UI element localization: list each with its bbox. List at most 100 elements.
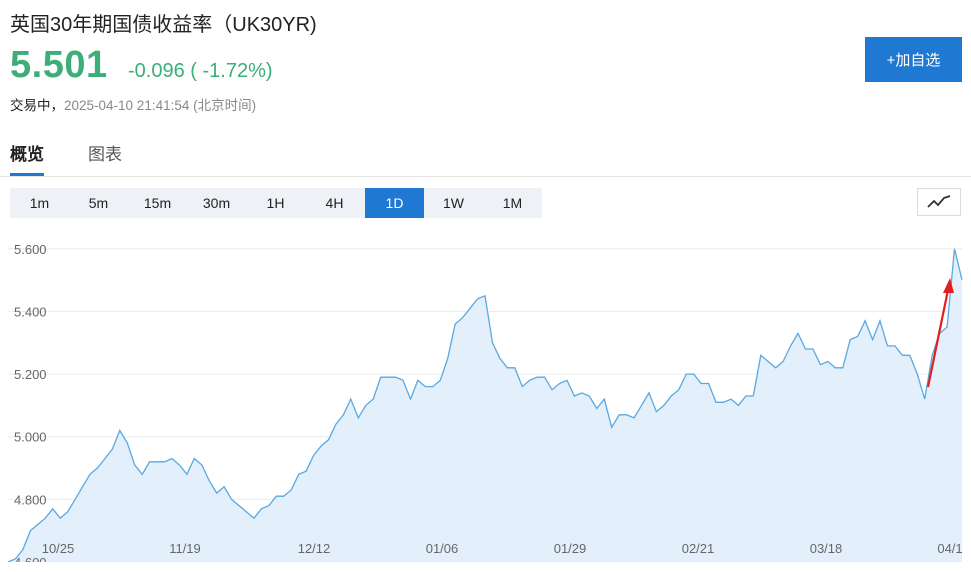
chart-type-toggle[interactable] xyxy=(917,188,961,216)
data-point xyxy=(179,464,180,465)
data-point xyxy=(425,386,426,387)
data-point xyxy=(320,446,321,447)
data-point xyxy=(335,424,336,425)
data-point xyxy=(790,345,791,346)
status-label: 交易中， xyxy=(10,98,64,113)
period-1h[interactable]: 1H xyxy=(246,188,305,218)
period-1w[interactable]: 1W xyxy=(424,188,483,218)
data-point xyxy=(611,427,612,428)
data-point xyxy=(783,361,784,362)
y-tick-label: 5.400 xyxy=(14,304,47,319)
period-1mo[interactable]: 1M xyxy=(483,188,542,218)
period-30m[interactable]: 30m xyxy=(187,188,246,218)
data-point xyxy=(797,333,798,334)
data-point xyxy=(932,355,933,356)
x-tick-label: 01/06 xyxy=(426,541,459,556)
y-tick-label: 5.200 xyxy=(14,367,47,382)
data-point xyxy=(477,298,478,299)
data-point xyxy=(708,383,709,384)
timestamp: 2025-04-10 21:41:54 xyxy=(64,98,190,113)
data-point xyxy=(693,374,694,375)
data-point xyxy=(872,339,873,340)
data-point xyxy=(619,414,620,415)
tab-overview[interactable]: 概览 xyxy=(10,140,44,165)
data-point xyxy=(97,467,98,468)
data-point xyxy=(738,405,739,406)
data-point xyxy=(805,348,806,349)
data-point xyxy=(574,395,575,396)
data-point xyxy=(559,383,560,384)
y-tick-label: 5.000 xyxy=(14,430,47,445)
data-point xyxy=(671,395,672,396)
data-point xyxy=(104,458,105,459)
add-to-watchlist-button[interactable]: +加自选 xyxy=(865,37,962,82)
x-tick-label: 11/19 xyxy=(169,541,201,556)
data-point xyxy=(373,399,374,400)
data-point xyxy=(768,361,769,362)
data-point xyxy=(149,461,150,462)
data-point xyxy=(447,358,448,359)
x-tick-label: 12/12 xyxy=(298,541,331,556)
data-point xyxy=(902,355,903,356)
data-point xyxy=(119,430,120,431)
data-point xyxy=(328,439,329,440)
current-price: 5.501 xyxy=(10,44,108,86)
data-point xyxy=(37,524,38,525)
data-point xyxy=(45,518,46,519)
tab-chart[interactable]: 图表 xyxy=(88,140,122,165)
data-point xyxy=(75,499,76,500)
data-point xyxy=(388,377,389,378)
data-point xyxy=(589,395,590,396)
data-point xyxy=(507,367,508,368)
data-point xyxy=(231,499,232,500)
period-1m[interactable]: 1m xyxy=(10,188,69,218)
data-point xyxy=(954,248,955,249)
data-point xyxy=(462,317,463,318)
data-point xyxy=(440,380,441,381)
data-point xyxy=(678,389,679,390)
x-tick-label: 10/25 xyxy=(42,541,75,556)
data-point xyxy=(142,474,143,475)
data-point xyxy=(947,327,948,328)
data-point xyxy=(596,408,597,409)
data-point xyxy=(306,471,307,472)
data-point xyxy=(522,386,523,387)
data-point xyxy=(730,399,731,400)
data-point xyxy=(537,377,538,378)
data-point xyxy=(514,367,515,368)
data-point xyxy=(552,389,553,390)
data-point xyxy=(648,392,649,393)
yield-chart: 4.600 4.800 5.000 5.200 5.400 5.600 10/25 11/19… xyxy=(7,242,963,562)
data-point xyxy=(604,399,605,400)
data-point xyxy=(22,549,23,550)
data-point xyxy=(171,458,172,459)
data-point xyxy=(879,320,880,321)
timezone-label: (北京时间) xyxy=(193,98,257,113)
data-point xyxy=(581,392,582,393)
data-point xyxy=(60,518,61,519)
data-point xyxy=(164,461,165,462)
y-tick-label: 5.600 xyxy=(14,242,47,257)
period-5m[interactable]: 5m xyxy=(69,188,128,218)
data-point xyxy=(253,518,254,519)
data-point xyxy=(641,405,642,406)
data-point xyxy=(67,511,68,512)
data-point xyxy=(917,374,918,375)
data-point xyxy=(634,417,635,418)
data-point xyxy=(626,414,627,415)
data-point xyxy=(663,405,664,406)
data-point xyxy=(291,489,292,490)
data-point xyxy=(484,295,485,296)
y-tick-label: 4.800 xyxy=(14,492,47,507)
data-point xyxy=(276,496,277,497)
period-15m[interactable]: 15m xyxy=(128,188,187,218)
data-point xyxy=(745,395,746,396)
data-point xyxy=(499,358,500,359)
data-point xyxy=(455,323,456,324)
data-point xyxy=(410,399,411,400)
line-chart-icon xyxy=(927,195,951,208)
data-point xyxy=(686,374,687,375)
period-1d[interactable]: 1D xyxy=(365,188,424,218)
data-point xyxy=(365,405,366,406)
period-4h[interactable]: 4H xyxy=(305,188,364,218)
